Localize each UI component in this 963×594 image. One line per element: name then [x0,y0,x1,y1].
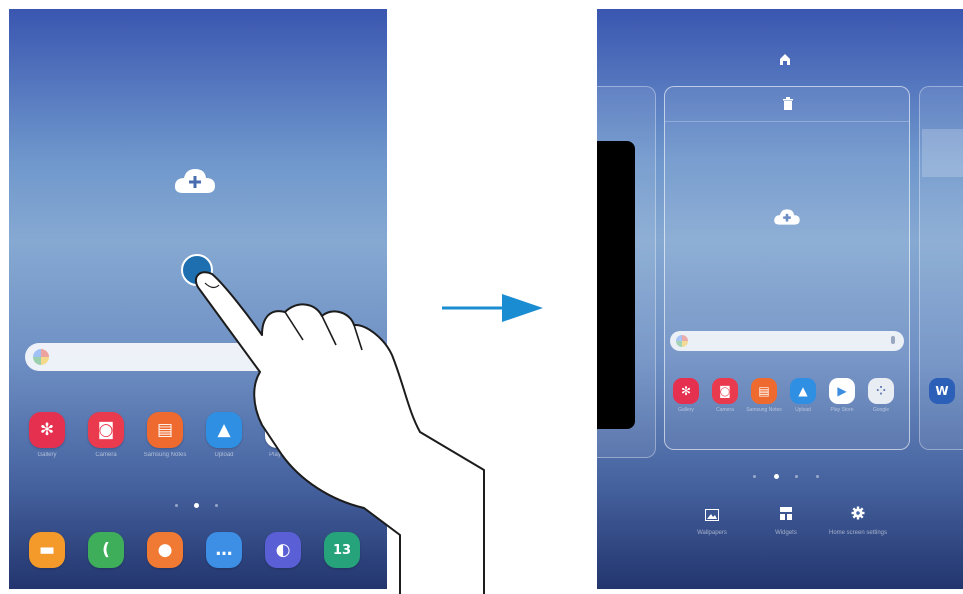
gallery-icon: ✻ [680,384,692,398]
app-icon[interactable]: ✻ [29,412,65,448]
internet-icon: ◐ [275,540,291,560]
app-icon[interactable]: ▤ [147,412,183,448]
add-page-cloud-icon[interactable] [773,207,801,227]
notes-icon: ▤ [758,384,770,398]
wallpaper-icon [705,508,719,521]
next-page-panel[interactable]: W [919,86,963,450]
page-dot [175,504,178,507]
page-dot-active [194,503,199,508]
app-label: Play Store [830,407,854,413]
phone-icon: ( [102,540,110,560]
delete-page-icon[interactable] [781,96,795,112]
app-label: Camera [716,407,734,413]
app-label: Gallery [678,407,694,413]
dock-app-icon[interactable]: ◐ [265,532,301,568]
page-dot [753,475,756,478]
dock-app-icon[interactable]: ( [88,532,124,568]
mic-icon[interactable] [891,336,895,344]
google-logo-icon [676,335,688,347]
messages-icon: … [215,540,233,560]
app-label: Gallery [37,452,57,458]
search-bar[interactable] [670,331,904,351]
dock-app-icon[interactable]: … [206,532,242,568]
app-icon[interactable]: ▲ [790,378,816,404]
google-folder-icon: ⁘ [875,384,887,398]
app-label: Google [872,407,890,413]
page-dot-active [774,474,779,479]
play-store-icon: ▶ [276,420,290,440]
current-page-panel[interactable]: ✻ Gallery ◙ Camera ▤ Samsung Notes ▲ Upl… [664,86,910,450]
search-bar[interactable] [25,343,287,371]
dock-app-icon[interactable]: 13 [324,532,360,568]
app-icon[interactable]: ◙ [712,378,738,404]
app-icon[interactable]: ▤ [751,378,777,404]
dock-app-icon[interactable]: ● [147,532,183,568]
word-icon: W [935,384,949,398]
page-dot [816,475,819,478]
app-icon[interactable]: ⁘ [868,378,894,404]
app-icon[interactable]: ▲ [206,412,242,448]
contacts-icon: ● [157,540,173,560]
app-icon[interactable]: ✻ [673,378,699,404]
app-label: Camera [95,452,117,458]
settings-icon [851,506,865,520]
page-dot [795,475,798,478]
widgets-icon [780,507,792,520]
play-store-icon: ▶ [837,384,847,398]
home-screen-before: ✻ Gallery ◙ Camera ▤ Samsung Notes ▲ Upl… [9,9,387,589]
home-screen-edit-mode: ✻ Gallery ◙ Camera ▤ Samsung Notes ▲ Upl… [597,9,963,589]
app-label: Upload [214,452,234,458]
app-label: Samsung Notes [143,452,187,458]
previous-page-content [597,141,635,429]
widgets-label: Widgets [775,530,797,536]
wallpapers-label: Wallpapers [697,530,727,536]
app-label: Play Store [269,452,297,458]
app-icon[interactable]: ◙ [88,412,124,448]
folder-icon: ▬ [38,540,56,560]
camera-icon: ◙ [719,384,731,398]
add-page-cloud-icon[interactable] [173,166,217,196]
app-icon[interactable]: ▶ [829,378,855,404]
app-icon[interactable]: ▶ [265,412,301,448]
dock-app-icon[interactable]: ▬ [29,532,65,568]
next-page-widget [922,129,963,177]
calendar-icon: 13 [332,542,352,558]
page-dot [215,504,218,507]
gallery-icon: ✻ [39,420,55,440]
camera-icon: ◙ [97,420,115,440]
notes-icon: ▤ [156,420,174,440]
home-page-icon[interactable] [777,51,793,67]
divider [665,121,909,122]
settings-label: Home screen settings [828,530,888,536]
app-label: Samsung Notes [746,407,782,413]
upload-icon: ▲ [217,420,231,440]
upload-icon: ▲ [798,384,808,398]
google-logo-icon [33,349,49,365]
app-label: Upload [795,407,811,413]
app-icon[interactable]: W [929,378,955,404]
previous-page-panel[interactable] [597,86,656,458]
